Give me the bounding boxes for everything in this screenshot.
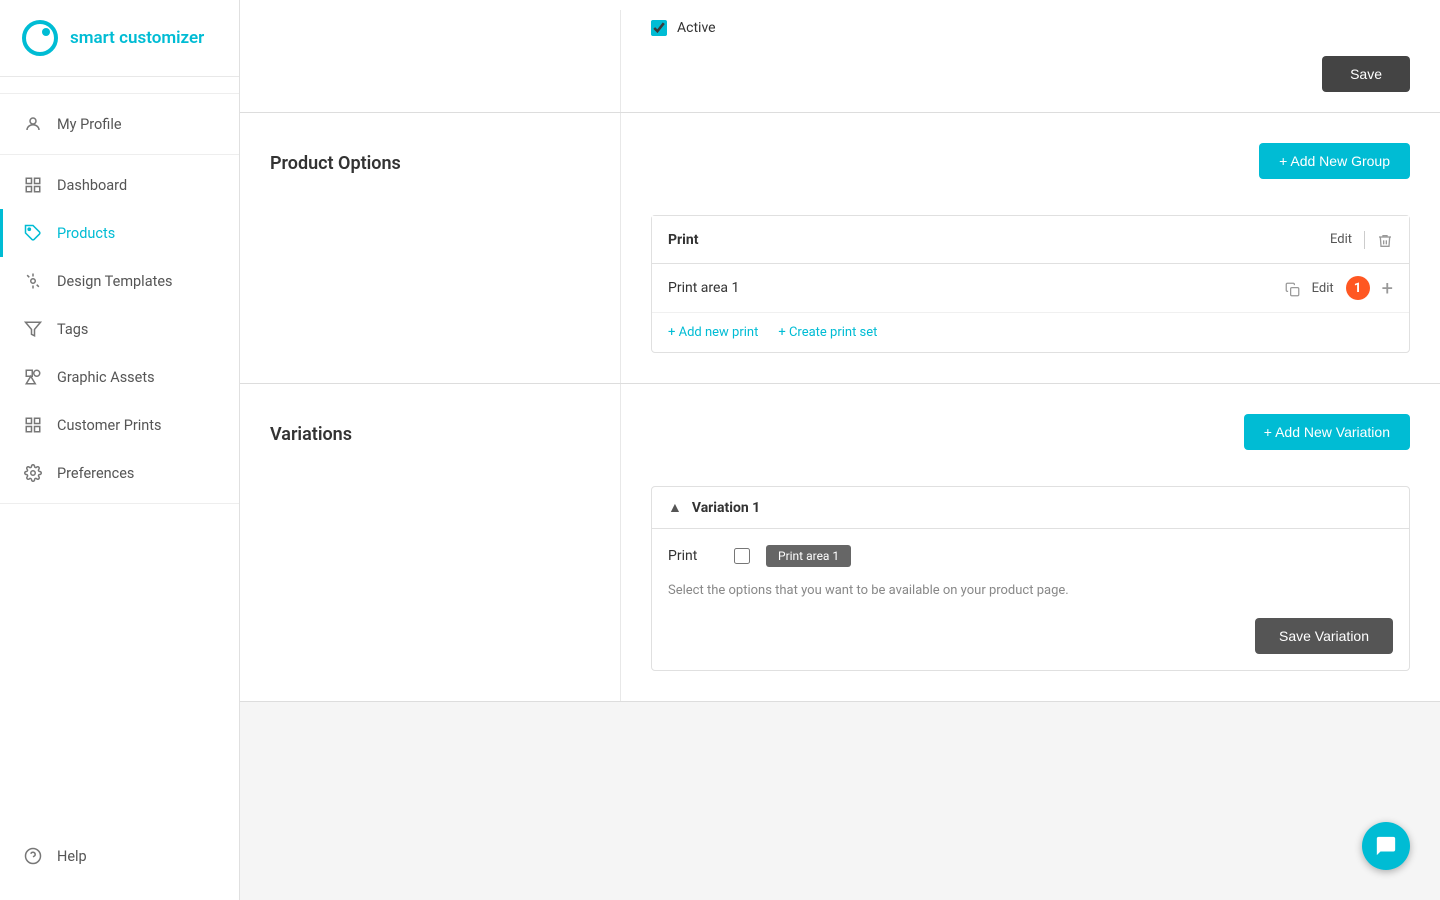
sidebar-label-tags: Tags <box>57 321 88 338</box>
sidebar-item-help[interactable]: Help <box>0 832 239 880</box>
variation-body: Print Print area 1 Select the options th… <box>652 529 1409 670</box>
sidebar-item-preferences[interactable]: Preferences <box>0 449 239 497</box>
variation-header: ▲ Variation 1 <box>652 487 1409 529</box>
logo-icon <box>20 18 60 58</box>
variation-title: Variation 1 <box>692 500 760 516</box>
add-print-area-button[interactable]: + <box>1382 278 1393 298</box>
sidebar-item-tags[interactable]: Tags <box>0 305 239 353</box>
main-content: Active Save Product Options + Add New Gr… <box>240 0 1440 900</box>
print-footer: + Add new print + Create print set <box>652 313 1409 352</box>
save-variation-button[interactable]: Save Variation <box>1255 618 1393 654</box>
sidebar-label-customer-prints: Customer Prints <box>57 417 162 434</box>
print-area-name: Print area 1 <box>668 280 1285 296</box>
print-group-header: Print Edit <box>652 216 1409 264</box>
print-area-row: Print area 1 Edit 1 + <box>652 264 1409 313</box>
add-new-variation-button[interactable]: + Add New Variation <box>1244 414 1410 450</box>
chat-fab[interactable] <box>1362 822 1410 870</box>
sidebar-item-my-profile[interactable]: My Profile <box>0 100 239 148</box>
variations-content: + Add New Variation ▲ Variation 1 Print … <box>620 384 1440 701</box>
save-button[interactable]: Save <box>1322 56 1410 92</box>
sidebar-nav: My Profile Dashboard Products <box>0 77 239 822</box>
sidebar: smart customizer My Profile Dashboard <box>0 0 240 900</box>
create-print-set-link[interactable]: + Create print set <box>778 325 877 340</box>
print-area-edit-link[interactable]: Edit <box>1312 281 1334 296</box>
tag-icon <box>23 223 43 243</box>
person-icon <box>23 114 43 134</box>
grid-icon <box>23 415 43 435</box>
sidebar-item-design-templates[interactable]: Design Templates <box>0 257 239 305</box>
active-section: Active Save <box>240 0 1440 112</box>
variation-print-checkbox[interactable] <box>734 548 750 564</box>
sidebar-label-my-profile: My Profile <box>57 116 122 133</box>
active-section-content: Active Save <box>620 10 1440 112</box>
print-group-title: Print <box>668 232 1330 248</box>
shapes-icon <box>23 367 43 387</box>
content-area: Active Save Product Options + Add New Gr… <box>240 0 1440 702</box>
design-icon <box>23 271 43 291</box>
chevron-up-icon: ▲ <box>668 499 682 516</box>
variation-row: Print Print area 1 <box>668 545 1393 567</box>
sidebar-item-graphic-assets[interactable]: Graphic Assets <box>0 353 239 401</box>
sidebar-label-products: Products <box>57 225 115 242</box>
dashboard-icon <box>23 175 43 195</box>
sidebar-item-customer-prints[interactable]: Customer Prints <box>0 401 239 449</box>
product-options-label: Product Options <box>240 113 620 383</box>
logo-text: smart customizer <box>70 28 204 48</box>
variation-print-label: Print <box>668 548 718 564</box>
active-checkbox[interactable] <box>651 20 667 36</box>
print-group-edit-link[interactable]: Edit <box>1330 232 1352 247</box>
copy-icon[interactable] <box>1285 279 1300 297</box>
sidebar-bottom: Help <box>0 822 239 900</box>
logo-area: smart customizer <box>0 0 239 77</box>
add-new-group-button[interactable]: + Add New Group <box>1259 143 1410 179</box>
print-area-tag: Print area 1 <box>766 545 851 567</box>
active-label: Active <box>677 20 716 36</box>
add-new-print-link[interactable]: + Add new print <box>668 325 758 340</box>
sidebar-item-products[interactable]: Products <box>0 209 239 257</box>
sidebar-item-dashboard[interactable]: Dashboard <box>0 161 239 209</box>
sidebar-label-dashboard: Dashboard <box>57 177 127 194</box>
variations-label: Variations <box>240 384 620 701</box>
variations-section: Variations + Add New Variation ▲ Variati… <box>240 384 1440 701</box>
variation-hint: Select the options that you want to be a… <box>668 583 1393 598</box>
active-section-label <box>240 10 620 112</box>
print-group: Print Edit <box>651 215 1410 353</box>
print-group-actions: Edit <box>1330 230 1393 249</box>
sidebar-label-graphic-assets: Graphic Assets <box>57 369 155 386</box>
sidebar-label-preferences: Preferences <box>57 465 134 482</box>
sidebar-label-design-templates: Design Templates <box>57 273 173 290</box>
print-area-badge: 1 <box>1346 276 1370 300</box>
active-row: Active <box>651 20 1410 36</box>
delete-icon[interactable] <box>1377 230 1393 249</box>
question-icon <box>23 846 43 866</box>
filter-icon <box>23 319 43 339</box>
print-area-actions: Edit 1 + <box>1285 276 1393 300</box>
vertical-divider <box>1364 231 1365 249</box>
product-options-content: + Add New Group Print Edit <box>620 113 1440 383</box>
product-options-section: Product Options + Add New Group Print Ed… <box>240 113 1440 383</box>
divider-3 <box>240 701 1440 702</box>
gear-icon <box>23 463 43 483</box>
sidebar-label-help: Help <box>57 848 87 865</box>
variation-block: ▲ Variation 1 Print Print area 1 Select … <box>651 486 1410 671</box>
